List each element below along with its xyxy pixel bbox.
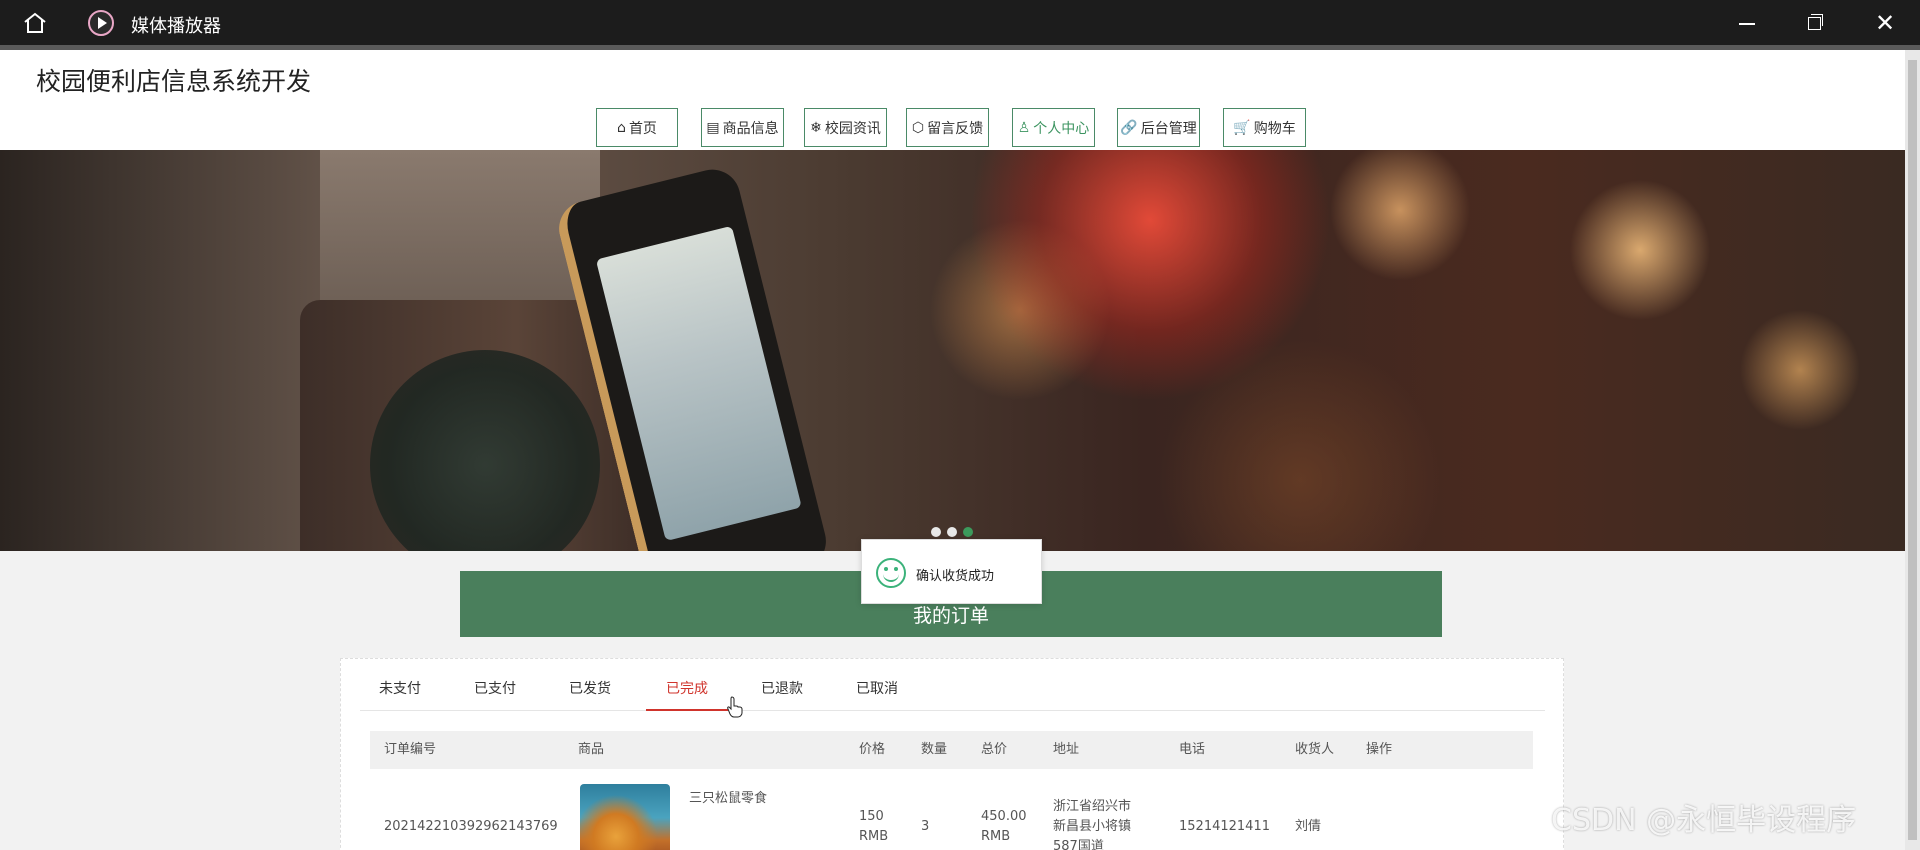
- link-icon: 🔗: [1120, 119, 1138, 136]
- column-product: 商品: [578, 742, 605, 757]
- nav-cart-label: 购物车: [1253, 120, 1296, 137]
- product-name[interactable]: 三只松鼠零食: [689, 789, 767, 809]
- carousel-dot[interactable]: [947, 527, 957, 537]
- user-icon: ♙: [1017, 119, 1031, 136]
- minimize-button[interactable]: [1727, 8, 1767, 38]
- price-value: 150: [859, 809, 884, 824]
- column-qty: 数量: [921, 742, 948, 757]
- total-unit: RMB: [981, 829, 1011, 844]
- tab-shipped[interactable]: 已发货: [550, 669, 630, 711]
- snowflake-icon: ❄: [810, 119, 822, 136]
- total-value: 450.00: [981, 809, 1027, 824]
- close-button[interactable]: ✕: [1865, 8, 1905, 38]
- window-titlebar: 媒体播放器 ✕: [0, 0, 1920, 45]
- nav-feedback-label: 留言反馈: [927, 120, 984, 137]
- banner-image-phone-screen: [595, 225, 802, 542]
- order-status-tabs: 未支付 已支付 已发货 已完成 已退款 已取消: [360, 669, 1545, 711]
- nav-cart[interactable]: 🛒 购物车: [1223, 108, 1306, 147]
- smile-icon: [876, 558, 906, 588]
- nav-news[interactable]: ❄ 校园资讯: [804, 108, 887, 147]
- orders-title: 我的订单: [912, 605, 989, 627]
- nav-admin-label: 后台管理: [1140, 120, 1197, 137]
- carousel-dot[interactable]: [931, 527, 941, 537]
- document-icon: ▤: [706, 119, 720, 136]
- restore-button[interactable]: [1795, 8, 1835, 38]
- carousel-indicators: [931, 527, 973, 537]
- media-player-icon: [88, 10, 114, 36]
- quantity: 3: [921, 819, 930, 834]
- site-title: 校园便利店信息系统开发: [36, 67, 312, 96]
- carousel-dot-active[interactable]: [963, 527, 973, 537]
- column-receiver: 收货人: [1295, 742, 1335, 757]
- price-unit: RMB: [859, 829, 889, 844]
- order-number: 20214221039296214376​9: [384, 819, 558, 834]
- column-address: 地址: [1053, 742, 1080, 757]
- nav-news-label: 校园资讯: [824, 120, 881, 137]
- cube-icon: ⬡: [911, 119, 925, 136]
- nav-feedback[interactable]: ⬡ 留言反馈: [906, 108, 989, 147]
- table-row: 20214221039296214376​9 三只松鼠零食 150 RMB 3 …: [370, 779, 1533, 850]
- home-icon[interactable]: [22, 11, 48, 35]
- toast-message: 确认收货成功: [916, 569, 995, 584]
- phone: 15214121411: [1179, 819, 1270, 834]
- nav-admin[interactable]: 🔗 后台管理: [1117, 108, 1200, 147]
- column-actions: 操作: [1366, 742, 1393, 757]
- nav-personal-center-label: 个人中心: [1033, 120, 1090, 137]
- tab-cancelled[interactable]: 已取消: [837, 669, 917, 711]
- orders-panel: 未支付 已支付 已发货 已完成 已退款 已取消 订单编号 商品 价格 数量 总价…: [340, 658, 1564, 850]
- column-order-no: 订单编号: [384, 742, 437, 757]
- nav-products-label: 商品信息: [722, 120, 779, 137]
- nav-personal-center[interactable]: ♙ 个人中心: [1012, 108, 1095, 147]
- column-price: 价格: [859, 742, 886, 757]
- tab-paid[interactable]: 已支付: [455, 669, 535, 711]
- nav-products[interactable]: ▤ 商品信息: [701, 108, 784, 147]
- scrollbar-thumb[interactable]: [1908, 60, 1917, 840]
- window-title: 媒体播放器: [131, 16, 221, 37]
- cart-icon: 🛒: [1233, 119, 1251, 136]
- nav-home-label: 首页: [628, 120, 657, 137]
- tab-unpaid[interactable]: 未支付: [360, 669, 440, 711]
- hand-cursor-icon: [727, 696, 743, 718]
- address-line-2: 新昌县小将镇: [1053, 819, 1132, 834]
- watermark: CSDN @永恒毕设程序: [1551, 803, 1857, 838]
- column-total: 总价: [981, 742, 1008, 757]
- page-scrollbar[interactable]: [1905, 50, 1920, 850]
- success-toast: 确认收货成功: [861, 539, 1042, 604]
- column-phone: 电话: [1179, 742, 1206, 757]
- orders-table-header: 订单编号 商品 价格 数量 总价 地址 电话 收货人 操作: [370, 731, 1533, 769]
- address-line-1: 浙江省绍兴市: [1053, 799, 1132, 814]
- home-icon: ⌂: [617, 119, 626, 136]
- banner-carousel: [0, 150, 1905, 551]
- tab-completed[interactable]: 已完成: [646, 669, 728, 711]
- nav-home[interactable]: ⌂ 首页: [596, 108, 678, 147]
- address-line-3: 587国道: [1053, 839, 1104, 850]
- site-header: 校园便利店信息系统开发 ⌂ 首页 ▤ 商品信息 ❄ 校园资讯 ⬡ 留言反馈 ♙ …: [0, 50, 1905, 150]
- receiver: 刘倩: [1295, 819, 1322, 834]
- product-thumbnail[interactable]: [580, 784, 670, 850]
- tab-refunded[interactable]: 已退款: [742, 669, 822, 711]
